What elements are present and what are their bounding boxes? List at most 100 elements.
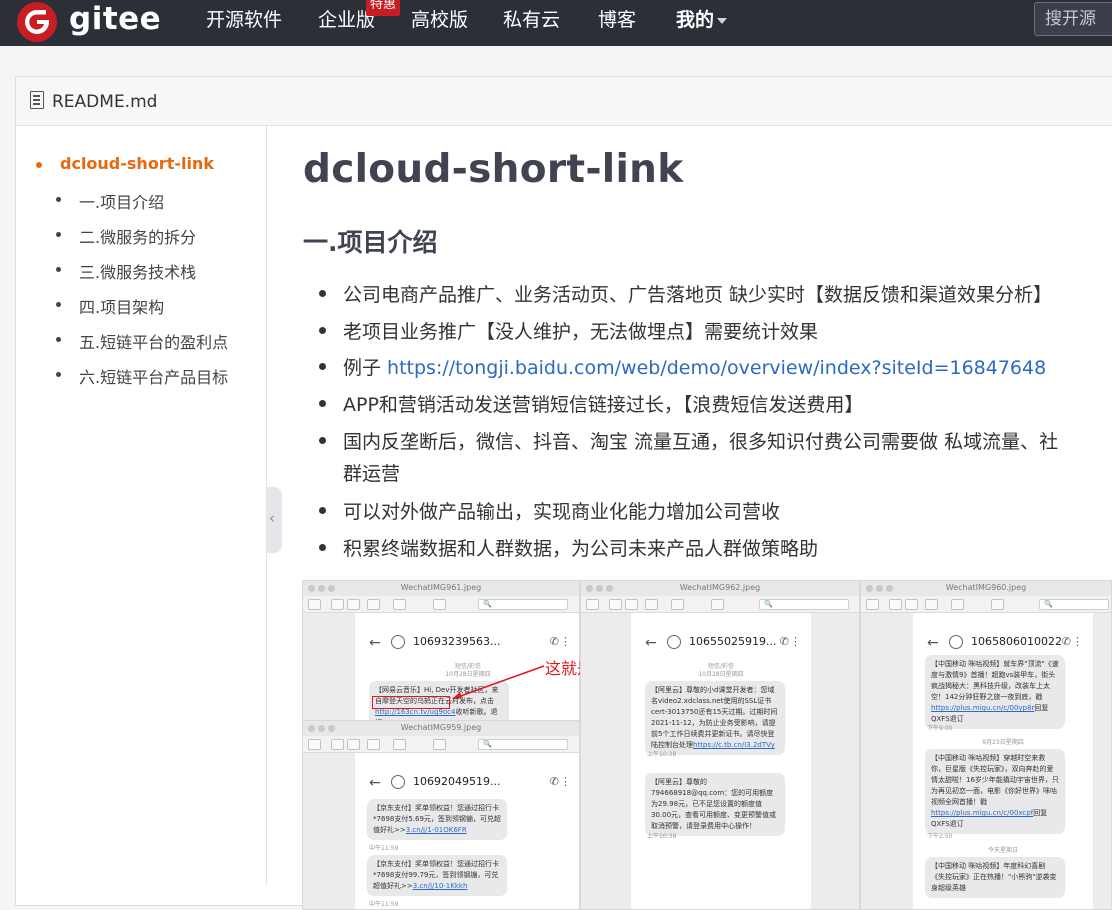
toc-item-label: 三.微服务技术栈: [79, 263, 197, 282]
list-item-text: 例子 https://tongji.baidu.com/web/demo/ove…: [343, 353, 1046, 380]
sms-bubble: 【中国移动 咪咕视频】年度科幻喜剧《失控玩家》正在热播！"小熊驹"逆袭变身超级英…: [925, 857, 1065, 898]
screenshot-window: WechatIMG960.jpeg 🔍 ← 1065806010022 ✆ ⋮ …: [860, 580, 1112, 910]
avatar-icon: [391, 635, 405, 649]
collapse-sidebar-button[interactable]: ‹: [267, 487, 282, 553]
window-toolbar: 🔍: [861, 596, 1111, 613]
sms-screenshots-image: WechatIMG961.jpeg 🔍 ← 10693239563... ✆ ⋮…: [302, 580, 1112, 910]
sms-text: 【中国移动 咪咕视频】穿越时空来救你，巨星版《失控玩家》，双向奔赴的爱情太甜啦！…: [931, 754, 1059, 806]
page-title: dcloud-short-link: [303, 147, 684, 192]
highlight-box: [372, 696, 450, 709]
example-link[interactable]: https://tongji.baidu.com/web/demo/overvi…: [387, 357, 1046, 379]
phone-icon: ✆: [779, 635, 789, 648]
screenshot-window: WechatIMG959.jpeg 🔍 ← 10692049519... ✆ ⋮…: [302, 720, 580, 910]
window-titlebar: WechatIMG962.jpeg: [581, 581, 859, 596]
short-link: https://plus.migu.cn/c/00xcpf: [931, 809, 1034, 817]
bullet-icon: [56, 267, 61, 272]
sms-text: 【中国移动 咪咕视频】年度科幻喜剧《失控玩家》正在热播！"小熊驹"逆袭变身超级英…: [931, 862, 1057, 892]
list-item-text: 群运营: [343, 463, 401, 485]
list-item-text: APP和营销活动发送营销短信链接过长，【浪费短信发送费用】: [343, 394, 864, 416]
avatar-icon: [949, 635, 963, 649]
message-date: 今天星期日: [987, 847, 1018, 854]
more-icon: ⋮: [560, 635, 571, 648]
list-item-text: 老项目业务推广【没人维护，无法做埋点】需要统计效果: [343, 321, 819, 343]
window-title: WechatIMG961.jpeg: [400, 583, 482, 592]
window-titlebar: WechatIMG960.jpeg: [861, 581, 1111, 596]
message-date: 9月23日星期四: [982, 739, 1024, 746]
bullet-icon: [56, 302, 61, 307]
bullet-icon: [319, 400, 326, 407]
sender-number: 10655025919...: [689, 635, 777, 648]
toc-item-label: 四.项目架构: [79, 298, 165, 317]
message-time: 中午11:59: [369, 845, 399, 852]
window-toolbar: 🔍: [303, 736, 579, 753]
readme-filename: README.md: [52, 92, 158, 112]
toc-item-label: 二.微服务的拆分: [79, 228, 197, 247]
sender-number: 10692049519...: [413, 775, 501, 788]
window-toolbar: 🔍: [581, 596, 859, 613]
screenshot-window: WechatIMG962.jpeg 🔍 ← 10655025919... ✆ ⋮…: [580, 580, 860, 910]
sms-text: 【阿里云】尊敬的794668918@qq.com：您的可用额度为29.98元，已…: [651, 778, 777, 830]
short-link: https://c.tb.cn/I3.2dTVy: [693, 741, 775, 749]
nav-university[interactable]: 高校版: [411, 0, 468, 40]
toc-sidebar: dcloud-short-link 一.项目介绍 二.微服务的拆分 三.微服务技…: [16, 126, 267, 886]
example-prefix: 例子: [343, 357, 388, 379]
phone-icon: ✆: [549, 635, 559, 648]
nav-open-source[interactable]: 开源软件: [206, 0, 282, 40]
message-time: 下午2:50: [927, 833, 953, 840]
window-titlebar: WechatIMG961.jpeg: [303, 581, 579, 596]
phone-screen: ← 10655025919... ✆ ⋮ 短信/彩信 10月28日星期四 【阿里…: [631, 613, 811, 909]
toc-item-label: 五.短链平台的盈利点: [79, 333, 229, 352]
brand-name[interactable]: gitee: [69, 0, 161, 40]
back-arrow-icon: ←: [645, 635, 657, 651]
bullet-icon: [319, 437, 326, 444]
short-link: http://163cn.tv/ug9oc4: [375, 708, 456, 716]
search-input[interactable]: 搜开源: [1034, 2, 1112, 36]
nav-user-menu[interactable]: 我的: [676, 0, 728, 40]
message-date: 10月28日星期四: [698, 671, 744, 678]
sms-bubble: 【中国移动 咪咕视频】就车界"顶流"《速度与激情9》首播！超跑vs装甲车，街头疯…: [925, 655, 1065, 729]
back-arrow-icon: ←: [369, 775, 381, 791]
section-heading: 一.项目介绍: [303, 228, 438, 257]
more-icon: ⋮: [1072, 635, 1083, 648]
nav-private-cloud[interactable]: 私有云: [503, 0, 560, 40]
chevron-left-icon: ‹: [269, 509, 275, 527]
phone-screen: ← 1065806010022 ✆ ⋮ 【中国移动 咪咕视频】就车界"顶流"《速…: [913, 613, 1093, 909]
sender-number: 10693239563...: [413, 635, 501, 648]
bullet-icon: [319, 507, 326, 514]
list-item-text: 积累终端数据和人群数据，为公司未来产品人群做策略助: [343, 538, 819, 560]
bullet-icon: [319, 363, 326, 370]
bullet-icon: [56, 197, 61, 202]
gitee-logo-icon[interactable]: [17, 2, 57, 42]
message-time: 中午11:59: [369, 901, 399, 908]
bullet-icon: [36, 162, 42, 168]
toc-item-label: 六.短链平台产品目标: [79, 368, 229, 387]
annotation-arrow-icon: [452, 665, 545, 699]
bullet-icon: [319, 544, 326, 551]
window-search-field: 🔍: [1039, 599, 1109, 610]
file-icon: [30, 91, 44, 109]
window-toolbar: 🔍: [303, 596, 579, 613]
sms-bubble: 【阿里云】尊敬的小d课堂开发者：您域名video2.xdclass.net使用的…: [645, 681, 785, 755]
window-title: WechatIMG959.jpeg: [400, 723, 482, 732]
message-time: 上午10:38: [647, 751, 677, 758]
readme-header: README.md: [16, 77, 1112, 126]
window-search-field: 🔍: [478, 599, 568, 610]
window-search-field: 🔍: [759, 599, 849, 610]
nav-blog[interactable]: 博客: [598, 0, 636, 40]
list-item-text: 公司电商产品推广、业务活动页、广告落地页 缺少实时【数据反馈和渠道效果分析】: [343, 284, 1053, 306]
sms-bubble: 【阿里云】尊敬的794668918@qq.com：您的可用额度为29.98元，已…: [645, 773, 785, 836]
sms-bubble: 【中国移动 咪咕视频】穿越时空来救你，巨星版《失控玩家》，双向奔赴的爱情太甜啦！…: [925, 749, 1065, 834]
phone-screen: ← 10692049519... ✆ ⋮ 【京东支付】奖单领权益！您通过招行卡*…: [355, 753, 579, 909]
sms-text: 【阿里云】尊敬的小d课堂开发者：您域名video2.xdclass.net使用的…: [651, 686, 778, 749]
list-item-text: 可以对外做产品输出，实现商业化能力增加公司营收: [343, 501, 781, 523]
sms-text: 【中国移动 咪咕视频】就车界"顶流"《速度与激情9》首播！超跑vs装甲车，街头疯…: [931, 660, 1059, 701]
phone-icon: ✆: [1061, 635, 1071, 648]
window-title: WechatIMG960.jpeg: [945, 583, 1027, 592]
readme-panel: README.md dcloud-short-link 一.项目介绍 二.微服务…: [15, 76, 1112, 910]
list-item-text: 国内反垄断后，微信、抖音、淘宝 流量互通，很多知识付费公司需要做 私域流量、社: [343, 431, 1059, 453]
phone-icon: ✆: [549, 775, 559, 788]
top-navbar: gitee 开源软件 企业版 特惠 高校版 私有云 博客 我的 搜开源: [0, 0, 1112, 46]
short-link: 3.cn/j/10-1Kkkh: [412, 882, 468, 890]
window-titlebar: WechatIMG959.jpeg: [303, 721, 579, 736]
back-arrow-icon: ←: [927, 635, 939, 651]
